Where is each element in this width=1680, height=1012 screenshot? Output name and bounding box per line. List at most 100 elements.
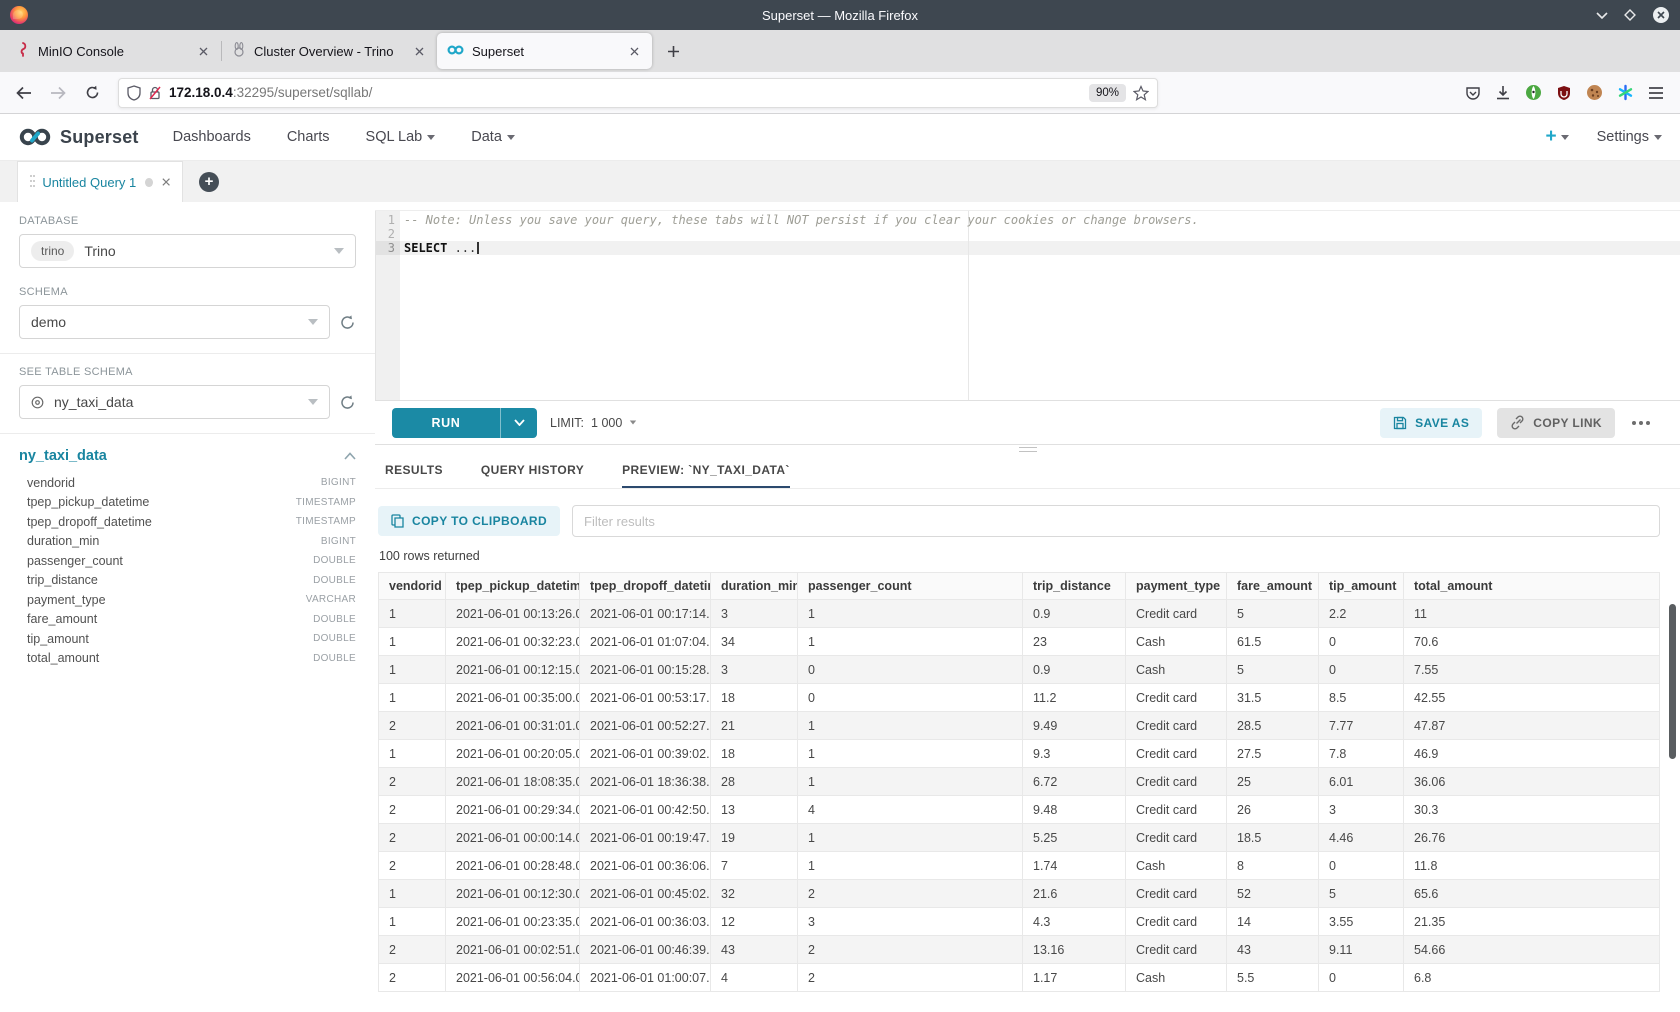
editor-pane: 1 2 3 -- Note: Unless you save your quer… bbox=[375, 202, 1680, 1012]
table-panel-header[interactable]: ny_taxi_data bbox=[19, 448, 356, 464]
table-scrollbar-thumb[interactable] bbox=[1669, 604, 1676, 759]
superset-infinity-icon bbox=[18, 126, 52, 148]
pane-splitter[interactable] bbox=[375, 445, 1680, 454]
nav-item-sql-lab[interactable]: SQL Lab bbox=[366, 129, 436, 145]
query-tab-label: Untitled Query 1 bbox=[42, 175, 136, 190]
nav-item-charts[interactable]: Charts bbox=[287, 129, 330, 145]
sql-comment: -- Note: Unless you save your query, the… bbox=[404, 213, 1199, 227]
new-tab-button[interactable] bbox=[658, 36, 688, 66]
column-header-vendorid[interactable]: vendorid bbox=[379, 573, 446, 600]
bookmark-star-icon[interactable] bbox=[1133, 85, 1149, 101]
table-row: 12021-06-01 00:35:00.0002021-06-01 00:53… bbox=[379, 684, 1660, 712]
add-query-tab-button[interactable]: + bbox=[199, 172, 219, 192]
close-tab-icon[interactable] bbox=[195, 43, 211, 59]
column-header-tip_amount[interactable]: tip_amount bbox=[1319, 573, 1404, 600]
schema-column-row: duration_minBIGINT bbox=[19, 532, 356, 552]
table-row: 12021-06-01 00:12:30.0002021-06-01 00:45… bbox=[379, 880, 1660, 908]
settings-menu[interactable]: Settings bbox=[1597, 129, 1662, 145]
results-table: vendoridtpep_pickup_datetimetpep_dropoff… bbox=[378, 572, 1660, 992]
close-tab-icon[interactable] bbox=[626, 43, 642, 59]
divider bbox=[0, 353, 375, 354]
divider bbox=[0, 433, 375, 434]
cookie-icon[interactable] bbox=[1586, 84, 1603, 101]
close-query-tab-icon[interactable] bbox=[162, 177, 170, 187]
nav-item-data[interactable]: Data bbox=[471, 129, 515, 145]
drag-grip-icon[interactable] bbox=[30, 175, 33, 189]
multiaccount-asterisk-icon[interactable] bbox=[1617, 84, 1634, 101]
schema-label: SCHEMA bbox=[19, 286, 356, 298]
nav-item-dashboards[interactable]: Dashboards bbox=[173, 129, 251, 145]
copy-to-clipboard-button[interactable]: COPY TO CLIPBOARD bbox=[378, 506, 560, 536]
table-row: 22021-06-01 00:56:04.0002021-06-01 01:00… bbox=[379, 964, 1660, 992]
sql-keyword: SELECT bbox=[404, 241, 447, 255]
zoom-level-badge[interactable]: 90% bbox=[1089, 84, 1126, 102]
sql-editor[interactable]: 1 2 3 -- Note: Unless you save your quer… bbox=[375, 210, 1680, 400]
column-header-trip_distance[interactable]: trip_distance bbox=[1023, 573, 1126, 600]
download-icon[interactable] bbox=[1495, 85, 1511, 101]
reload-icon[interactable] bbox=[78, 79, 106, 107]
results-tab-2[interactable]: PREVIEW: `NY_TAXI_DATA` bbox=[622, 463, 790, 488]
query-tab-active[interactable]: Untitled Query 1 bbox=[17, 161, 183, 202]
schema-column-row: vendoridBIGINT bbox=[19, 473, 356, 493]
column-header-tpep_dropoff_datetime[interactable]: tpep_dropoff_datetime bbox=[580, 573, 711, 600]
superset-navbar: Superset Dashboards Charts SQL Lab Data + S… bbox=[0, 114, 1680, 161]
column-header-payment_type[interactable]: payment_type bbox=[1126, 573, 1227, 600]
schema-column-row: tpep_dropoff_datetimeTIMESTAMP bbox=[19, 512, 356, 532]
column-header-fare_amount[interactable]: fare_amount bbox=[1227, 573, 1319, 600]
window-maximize-icon[interactable] bbox=[1624, 9, 1636, 21]
ublock-icon[interactable] bbox=[1556, 85, 1572, 101]
close-tab-icon[interactable] bbox=[411, 43, 427, 59]
schema-column-row: tpep_pickup_datetimeTIMESTAMP bbox=[19, 493, 356, 513]
table-row: 22021-06-01 00:00:14.0002021-06-01 00:19… bbox=[379, 824, 1660, 852]
sqllab-sidebar: DATABASE trino Trino SCHEMA demo SEE TAB… bbox=[0, 202, 375, 1012]
table-row: 22021-06-01 00:31:01.0002021-06-01 00:52… bbox=[379, 712, 1660, 740]
results-tab-1[interactable]: QUERY HISTORY bbox=[481, 463, 584, 488]
rows-returned-text: 100 rows returned bbox=[375, 547, 1680, 572]
window-close-icon[interactable] bbox=[1652, 6, 1670, 24]
chevron-up-icon[interactable] bbox=[344, 452, 356, 460]
insecure-lock-icon[interactable] bbox=[148, 85, 162, 101]
browser-tab-trino[interactable]: Cluster Overview - Trino bbox=[222, 33, 437, 69]
superset-logo[interactable]: Superset bbox=[18, 126, 139, 148]
table-header-row: vendoridtpep_pickup_datetimetpep_dropoff… bbox=[379, 573, 1660, 600]
splitter-handle-icon[interactable] bbox=[1019, 447, 1037, 452]
schema-select[interactable]: demo bbox=[19, 305, 330, 339]
forward-icon[interactable] bbox=[44, 79, 72, 107]
table-body: 12021-06-01 00:13:26.0002021-06-01 00:17… bbox=[379, 600, 1660, 992]
minio-favicon-icon bbox=[16, 42, 30, 60]
copy-link-button[interactable]: COPY LINK bbox=[1497, 408, 1615, 438]
column-header-passenger_count[interactable]: passenger_count bbox=[798, 573, 1023, 600]
clipboard-icon bbox=[391, 514, 404, 528]
schema-column-row: total_amountDOUBLE bbox=[19, 649, 356, 669]
back-icon[interactable] bbox=[10, 79, 38, 107]
add-new-button[interactable]: + bbox=[1545, 126, 1568, 148]
hamburger-menu-icon[interactable] bbox=[1648, 86, 1664, 100]
refresh-tables-icon[interactable] bbox=[339, 394, 356, 411]
caret-down-icon bbox=[630, 421, 636, 425]
browser-tab-superset[interactable]: Superset bbox=[437, 33, 652, 69]
tracking-shield-icon[interactable] bbox=[127, 85, 141, 101]
pocket-icon[interactable] bbox=[1465, 85, 1481, 101]
text-cursor bbox=[477, 242, 479, 254]
column-header-total_amount[interactable]: total_amount bbox=[1404, 573, 1660, 600]
more-options-icon[interactable] bbox=[1630, 415, 1652, 431]
window-minimize-icon[interactable] bbox=[1596, 11, 1608, 19]
table-select[interactable]: ny_taxi_data bbox=[19, 385, 330, 419]
run-button[interactable]: RUN bbox=[392, 408, 537, 438]
url-bar[interactable]: 172.18.0.4:32295/superset/sqllab/ 90% bbox=[118, 78, 1158, 108]
limit-dropdown[interactable]: LIMIT: 1 000 bbox=[550, 416, 637, 430]
database-select[interactable]: trino Trino bbox=[19, 234, 356, 268]
browser-tab-minio[interactable]: MinIO Console bbox=[6, 33, 221, 69]
refresh-schemas-icon[interactable] bbox=[339, 314, 356, 331]
table-row: 22021-06-01 00:28:48.0002021-06-01 00:36… bbox=[379, 852, 1660, 880]
results-tabs: RESULTS QUERY HISTORY PREVIEW: `NY_TAXI_DA… bbox=[375, 454, 1680, 489]
run-options-caret[interactable] bbox=[500, 408, 537, 438]
editor-code[interactable]: -- Note: Unless you save your query, the… bbox=[400, 211, 1680, 400]
save-as-button[interactable]: SAVE AS bbox=[1380, 408, 1482, 438]
filter-results-input[interactable] bbox=[572, 505, 1660, 537]
column-header-tpep_pickup_datetime[interactable]: tpep_pickup_datetime bbox=[446, 573, 580, 600]
results-tab-0[interactable]: RESULTS bbox=[385, 463, 443, 488]
privacy-badger-icon[interactable] bbox=[1525, 84, 1542, 101]
column-header-duration_min[interactable]: duration_min bbox=[711, 573, 798, 600]
table-row: 22021-06-01 18:08:35.0002021-06-01 18:36… bbox=[379, 768, 1660, 796]
